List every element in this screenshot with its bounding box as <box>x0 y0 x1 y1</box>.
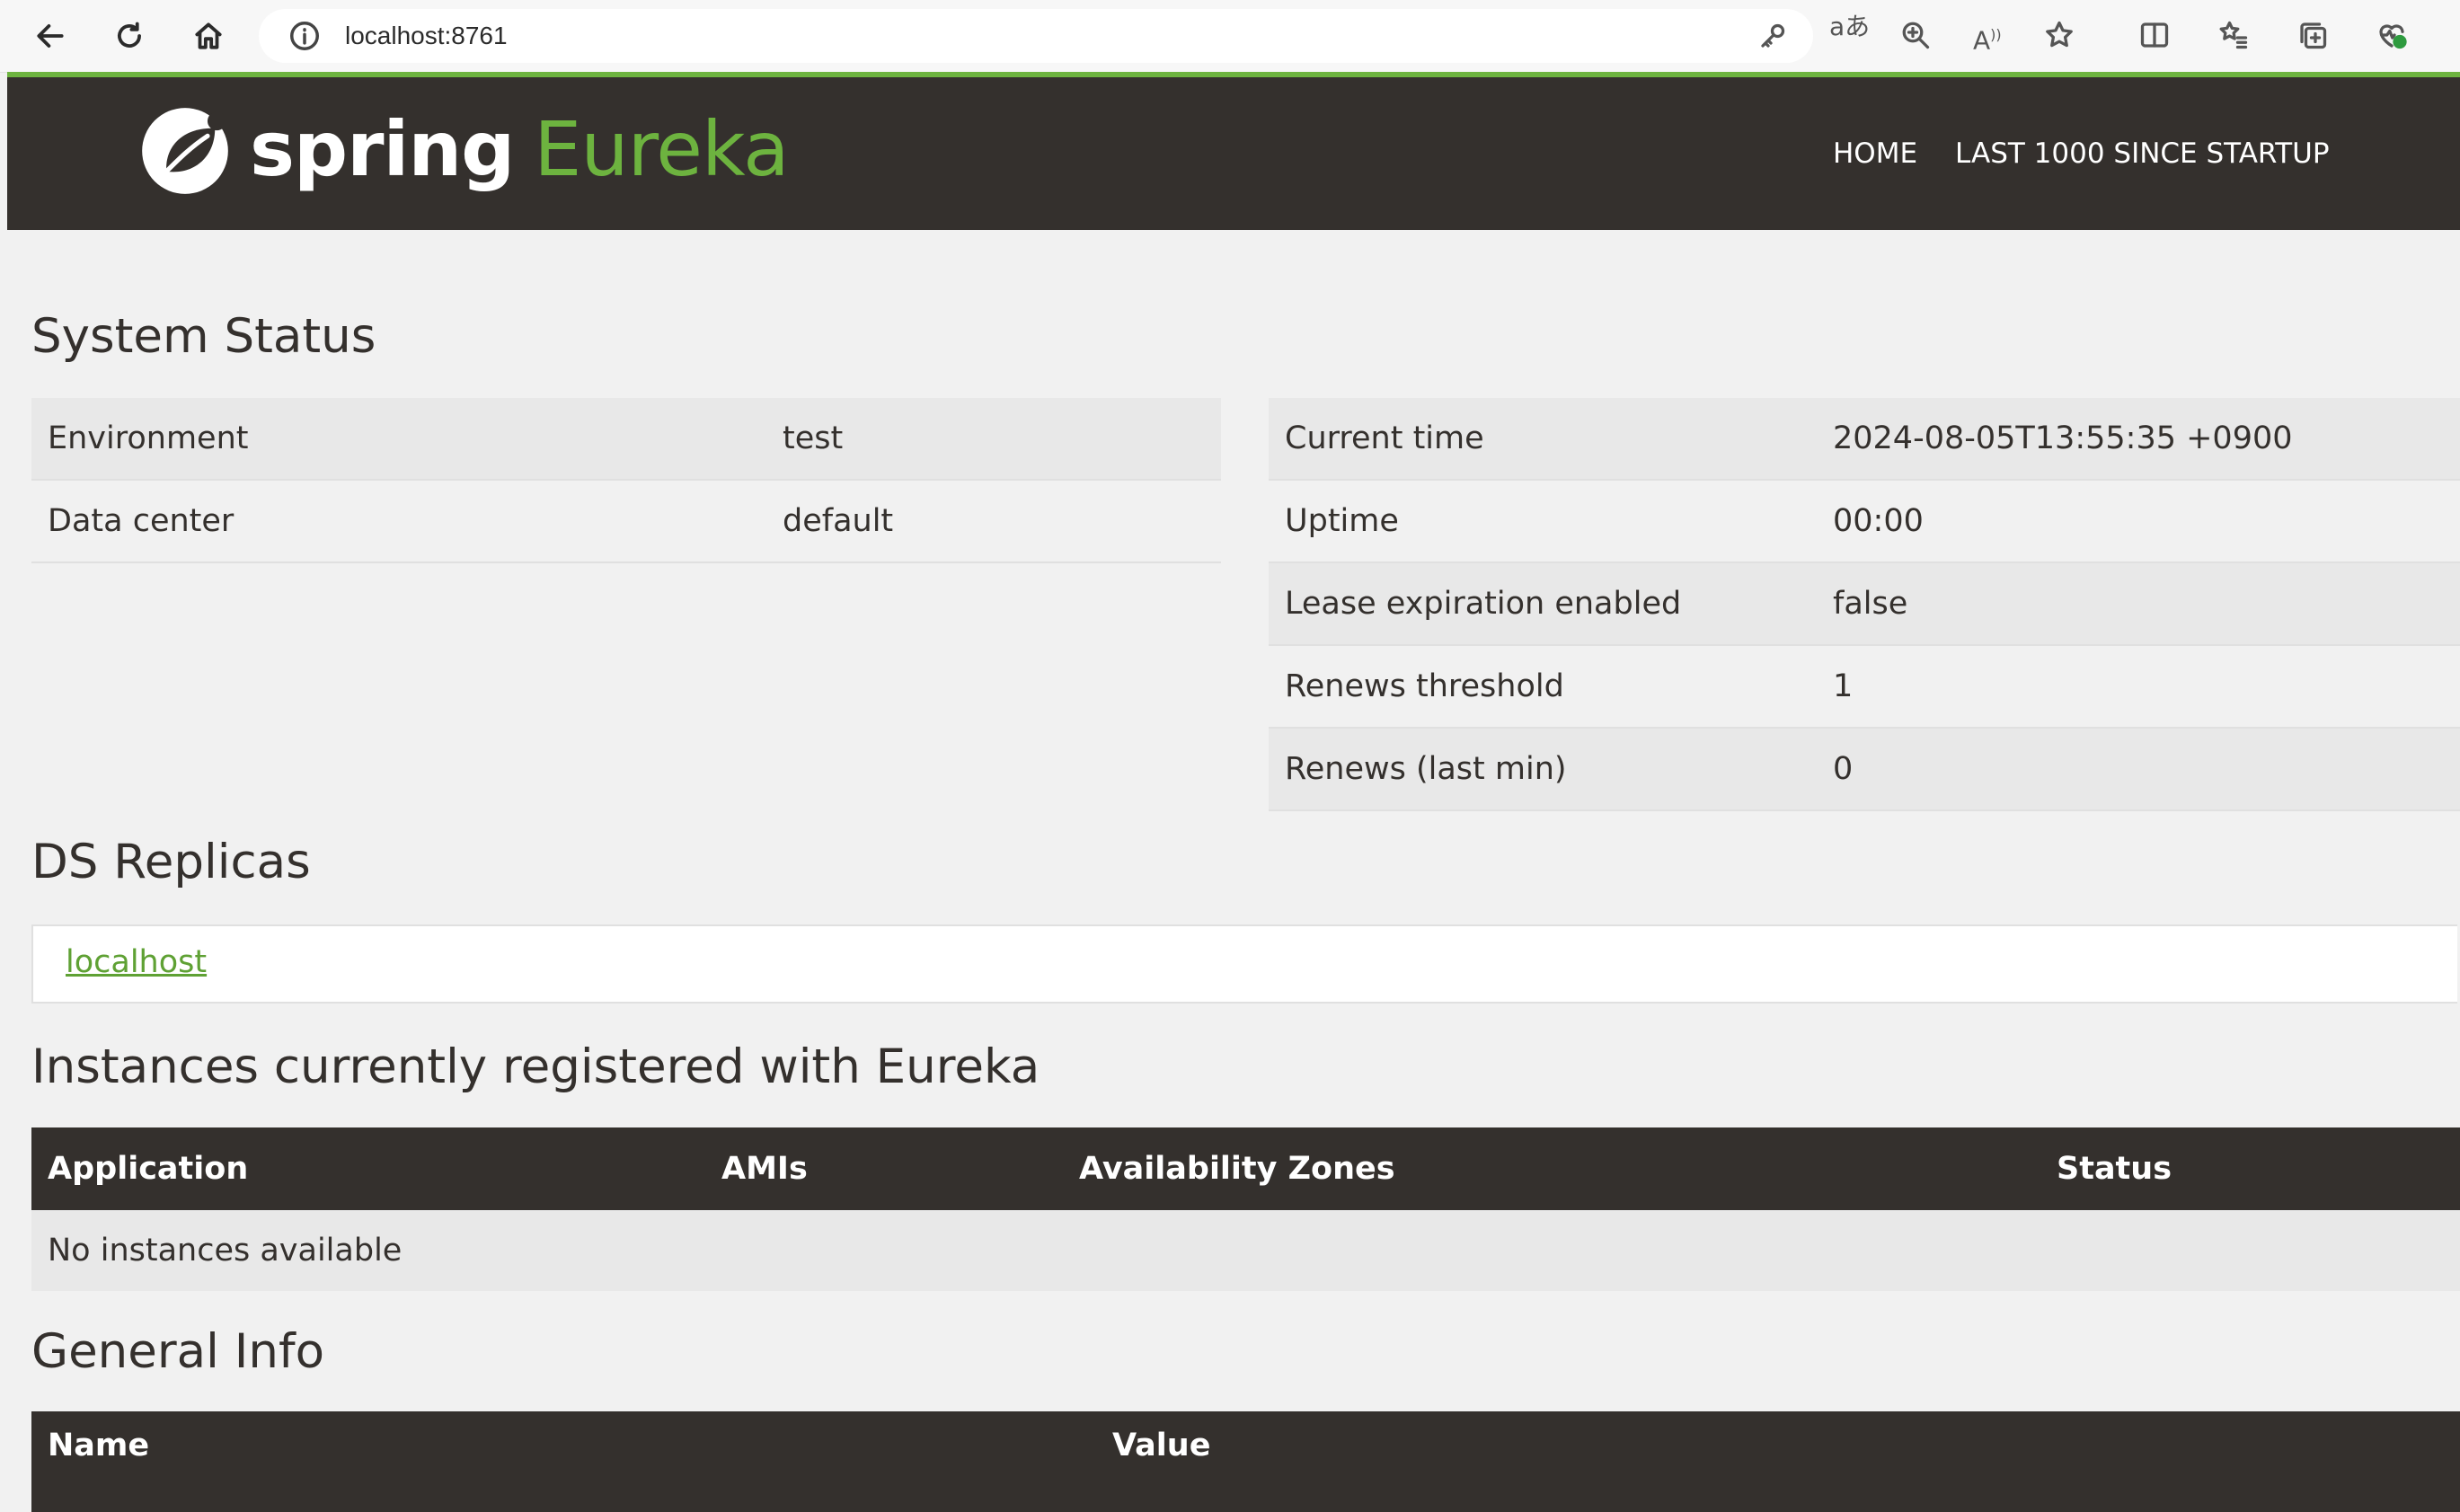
browser-toolbar: localhost:8761 aあ A)) <box>0 0 2460 73</box>
table-row: Uptime 00:00 <box>1269 480 2460 563</box>
spring-leaf-icon[interactable] <box>138 104 232 198</box>
general-info-heading: General Info <box>31 1324 325 1379</box>
nav-last-1000-link[interactable]: LAST 1000 SINCE STARTUP <box>1955 137 2330 171</box>
status-value: 1 <box>1817 645 2460 729</box>
table-row: Data center default <box>31 480 1221 563</box>
back-icon[interactable] <box>27 13 74 59</box>
column-header-amis: AMIs <box>705 1127 1063 1210</box>
system-status-right-table: Current time 2024-08-05T13:55:35 +0900 U… <box>1269 398 2460 811</box>
key-icon[interactable] <box>1757 19 1793 55</box>
ds-replicas-heading: DS Replicas <box>31 835 311 889</box>
favorite-star-icon[interactable] <box>2043 19 2079 55</box>
table-row: Renews threshold 1 <box>1269 645 2460 729</box>
replica-link[interactable]: localhost <box>66 944 207 980</box>
status-value: default <box>766 480 1221 563</box>
site-info-icon[interactable] <box>288 19 322 53</box>
logo-eureka-text: Eureka <box>534 105 789 193</box>
status-value: false <box>1817 562 2460 646</box>
table-header-row: Name Value <box>31 1411 2460 1512</box>
status-label: Current time <box>1269 398 1817 481</box>
instances-heading: Instances currently registered with Eure… <box>31 1039 1040 1094</box>
table-row: No instances available <box>31 1210 2460 1291</box>
column-header-status: Status <box>2040 1127 2460 1210</box>
table-row: Current time 2024-08-05T13:55:35 +0900 <box>1269 398 2460 481</box>
status-value: test <box>766 398 1221 481</box>
brand-logo[interactable]: spring Eureka <box>250 104 790 194</box>
logo-spring-text: spring <box>250 105 515 193</box>
system-status-heading: System Status <box>31 309 376 364</box>
empty-instances-message: No instances available <box>31 1210 2460 1291</box>
home-icon[interactable] <box>185 13 232 59</box>
collections-icon[interactable] <box>2296 19 2332 55</box>
column-header-application: Application <box>31 1127 705 1210</box>
nav-home-link[interactable]: HOME <box>1833 137 1917 171</box>
translate-icon[interactable]: aあ <box>1829 12 1870 42</box>
url-text[interactable]: localhost:8761 <box>345 22 508 50</box>
status-label: Data center <box>31 480 766 563</box>
column-header-value: Value <box>1096 1411 2460 1512</box>
favorites-list-icon[interactable] <box>2217 19 2253 55</box>
column-header-name: Name <box>31 1411 1096 1512</box>
browser-essentials-icon[interactable] <box>2376 19 2411 55</box>
instances-table: Application AMIs Availability Zones Stat… <box>31 1127 2460 1291</box>
zoom-icon[interactable] <box>1899 19 1935 55</box>
address-bar[interactable]: localhost:8761 <box>259 9 1813 63</box>
status-value: 2024-08-05T13:55:35 +0900 <box>1817 398 2460 481</box>
status-value: 0 <box>1817 728 2460 811</box>
table-header-row: Application AMIs Availability Zones Stat… <box>31 1127 2460 1210</box>
general-info-table: Name Value <box>31 1411 2460 1512</box>
status-label: Environment <box>31 398 766 481</box>
status-label: Uptime <box>1269 480 1817 563</box>
ds-replicas-list: localhost <box>31 924 2457 1004</box>
column-header-availability-zones: Availability Zones <box>1063 1127 2040 1210</box>
table-row: Renews (last min) 0 <box>1269 728 2460 811</box>
status-label: Renews (last min) <box>1269 728 1817 811</box>
status-value: 00:00 <box>1817 480 2460 563</box>
status-label: Renews threshold <box>1269 645 1817 729</box>
system-status-left-table: Environment test Data center default <box>31 398 1221 563</box>
read-aloud-icon[interactable]: A)) <box>1973 20 2002 56</box>
site-header: spring Eureka HOME LAST 1000 SINCE STARTU… <box>7 77 2460 230</box>
status-label: Lease expiration enabled <box>1269 562 1817 646</box>
split-screen-icon[interactable] <box>2138 19 2174 55</box>
table-row: Lease expiration enabled false <box>1269 562 2460 646</box>
table-row: Environment test <box>31 398 1221 481</box>
refresh-icon[interactable] <box>106 13 153 59</box>
